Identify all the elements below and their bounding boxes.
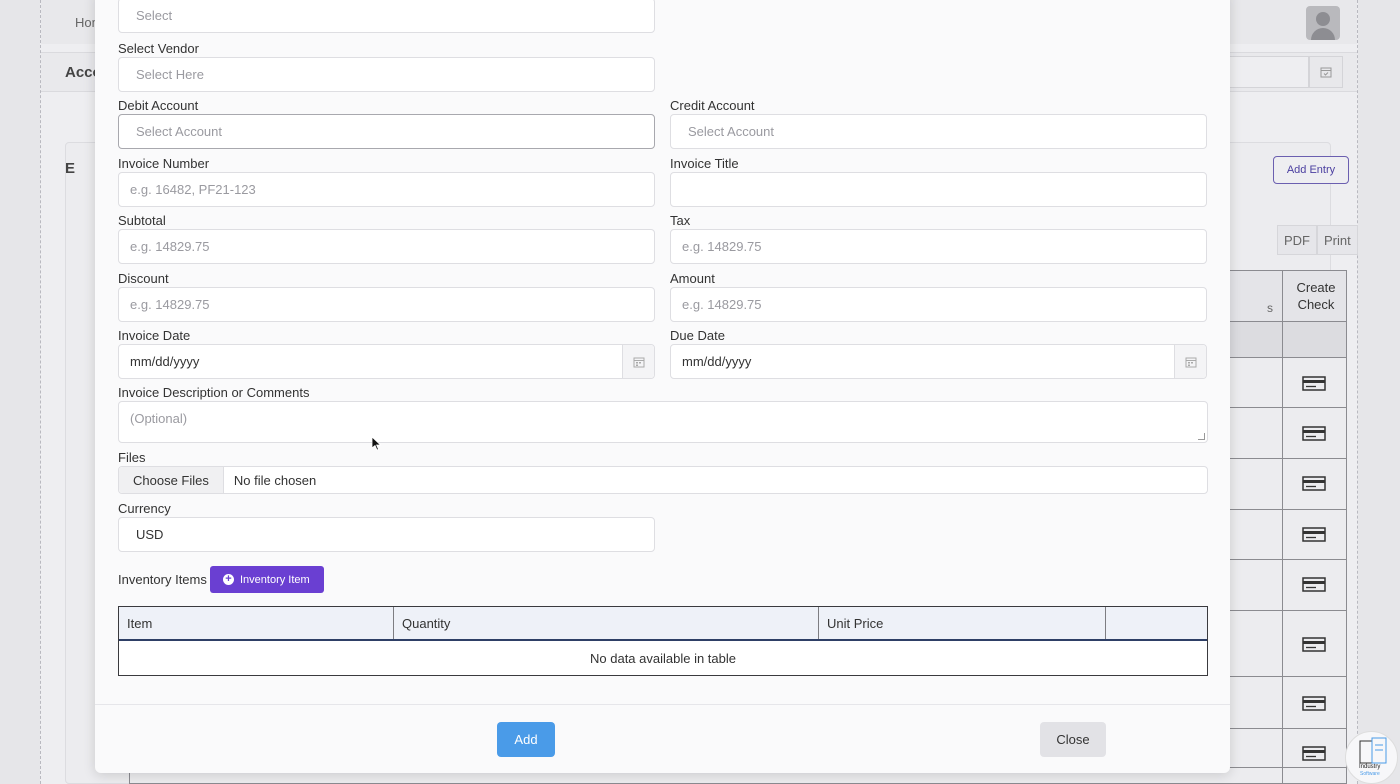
check-icon[interactable] bbox=[1302, 577, 1326, 592]
column-header-item[interactable]: Item bbox=[119, 607, 394, 639]
invoice-title-label: Invoice Title bbox=[670, 156, 739, 171]
amount-label: Amount bbox=[670, 271, 715, 286]
files-label: Files bbox=[118, 450, 146, 465]
add-button[interactable]: Add bbox=[497, 722, 555, 757]
check-icon[interactable] bbox=[1302, 426, 1326, 441]
credit-account-select[interactable]: Select Account bbox=[670, 114, 1207, 149]
currency-label: Currency bbox=[118, 501, 171, 516]
check-icon[interactable] bbox=[1302, 637, 1326, 652]
logo-subtext: Software bbox=[1360, 771, 1380, 777]
company-logo: Industry Software bbox=[1345, 731, 1398, 784]
column-header-fragment: s bbox=[1267, 301, 1273, 315]
invoice-number-label: Invoice Number bbox=[118, 156, 210, 171]
card-title: E bbox=[65, 160, 76, 177]
credit-account-label: Credit Account bbox=[670, 98, 755, 113]
column-header-quantity[interactable]: Quantity bbox=[394, 607, 819, 639]
invoice-title-input[interactable] bbox=[670, 172, 1207, 207]
avatar[interactable] bbox=[1306, 6, 1340, 40]
empty-table-message: No data available in table bbox=[119, 641, 1207, 675]
invoice-date-input[interactable]: mm/dd/yyyy bbox=[118, 344, 655, 379]
calendar-icon[interactable] bbox=[1174, 345, 1206, 378]
plus-circle-icon: + bbox=[223, 574, 234, 585]
resize-grip-icon[interactable] bbox=[1198, 433, 1205, 440]
discount-label: Discount bbox=[118, 271, 169, 286]
building-logo-icon bbox=[1359, 737, 1387, 764]
check-icon[interactable] bbox=[1302, 696, 1326, 711]
tax-label: Tax bbox=[670, 213, 691, 228]
description-label: Invoice Description or Comments bbox=[118, 385, 310, 400]
add-inventory-item-button[interactable]: + Inventory Item bbox=[210, 566, 324, 593]
check-icon[interactable] bbox=[1302, 476, 1326, 491]
add-invoice-modal: Select Select Vendor Select Here Debit A… bbox=[95, 0, 1230, 773]
inventory-table-header: Item Quantity Unit Price bbox=[119, 607, 1207, 641]
print-button[interactable]: Print bbox=[1317, 225, 1358, 255]
add-entry-button[interactable]: Add Entry bbox=[1273, 156, 1349, 184]
file-input[interactable]: Choose Files No file chosen bbox=[118, 466, 1208, 494]
vendor-select[interactable]: Select Here bbox=[118, 57, 655, 92]
debit-account-select[interactable]: Select Account bbox=[118, 114, 655, 149]
invoice-date-label: Invoice Date bbox=[118, 328, 191, 343]
check-icon[interactable] bbox=[1302, 376, 1326, 391]
choose-files-button[interactable]: Choose Files bbox=[119, 467, 224, 493]
calendar-icon[interactable] bbox=[1309, 56, 1343, 88]
tax-input[interactable]: e.g. 14829.75 bbox=[670, 229, 1207, 264]
discount-input[interactable]: e.g. 14829.75 bbox=[118, 287, 655, 322]
top-select[interactable]: Select bbox=[118, 0, 655, 33]
calendar-icon[interactable] bbox=[622, 345, 654, 378]
due-date-label: Due Date bbox=[670, 328, 725, 343]
date-range-input[interactable] bbox=[1219, 56, 1309, 88]
create-check-header: Create Check bbox=[1296, 280, 1336, 312]
currency-select[interactable]: USD bbox=[118, 517, 655, 552]
debit-account-label: Debit Account bbox=[118, 98, 199, 113]
pdf-button[interactable]: PDF bbox=[1277, 225, 1317, 255]
subtotal-input[interactable]: e.g. 14829.75 bbox=[118, 229, 655, 264]
inventory-table: Item Quantity Unit Price No data availab… bbox=[118, 606, 1208, 676]
mouse-cursor-icon bbox=[372, 437, 382, 451]
export-buttons: PDF Print bbox=[1277, 225, 1358, 255]
column-header-actions bbox=[1106, 607, 1207, 639]
vendor-label: Select Vendor bbox=[118, 41, 199, 56]
column-header-unit-price[interactable]: Unit Price bbox=[819, 607, 1106, 639]
close-button[interactable]: Close bbox=[1040, 722, 1106, 757]
check-icon[interactable] bbox=[1302, 746, 1326, 761]
logo-text: Industry bbox=[1359, 764, 1381, 770]
due-date-input[interactable]: mm/dd/yyyy bbox=[670, 344, 1207, 379]
inventory-items-label: Inventory Items bbox=[118, 572, 207, 587]
amount-input[interactable]: e.g. 14829.75 bbox=[670, 287, 1207, 322]
description-textarea[interactable]: (Optional) bbox=[118, 401, 1208, 443]
invoice-number-input[interactable]: e.g. 16482, PF21-123 bbox=[118, 172, 655, 207]
file-status: No file chosen bbox=[233, 472, 317, 488]
subtotal-label: Subtotal bbox=[118, 213, 166, 228]
check-icon[interactable] bbox=[1302, 527, 1326, 542]
